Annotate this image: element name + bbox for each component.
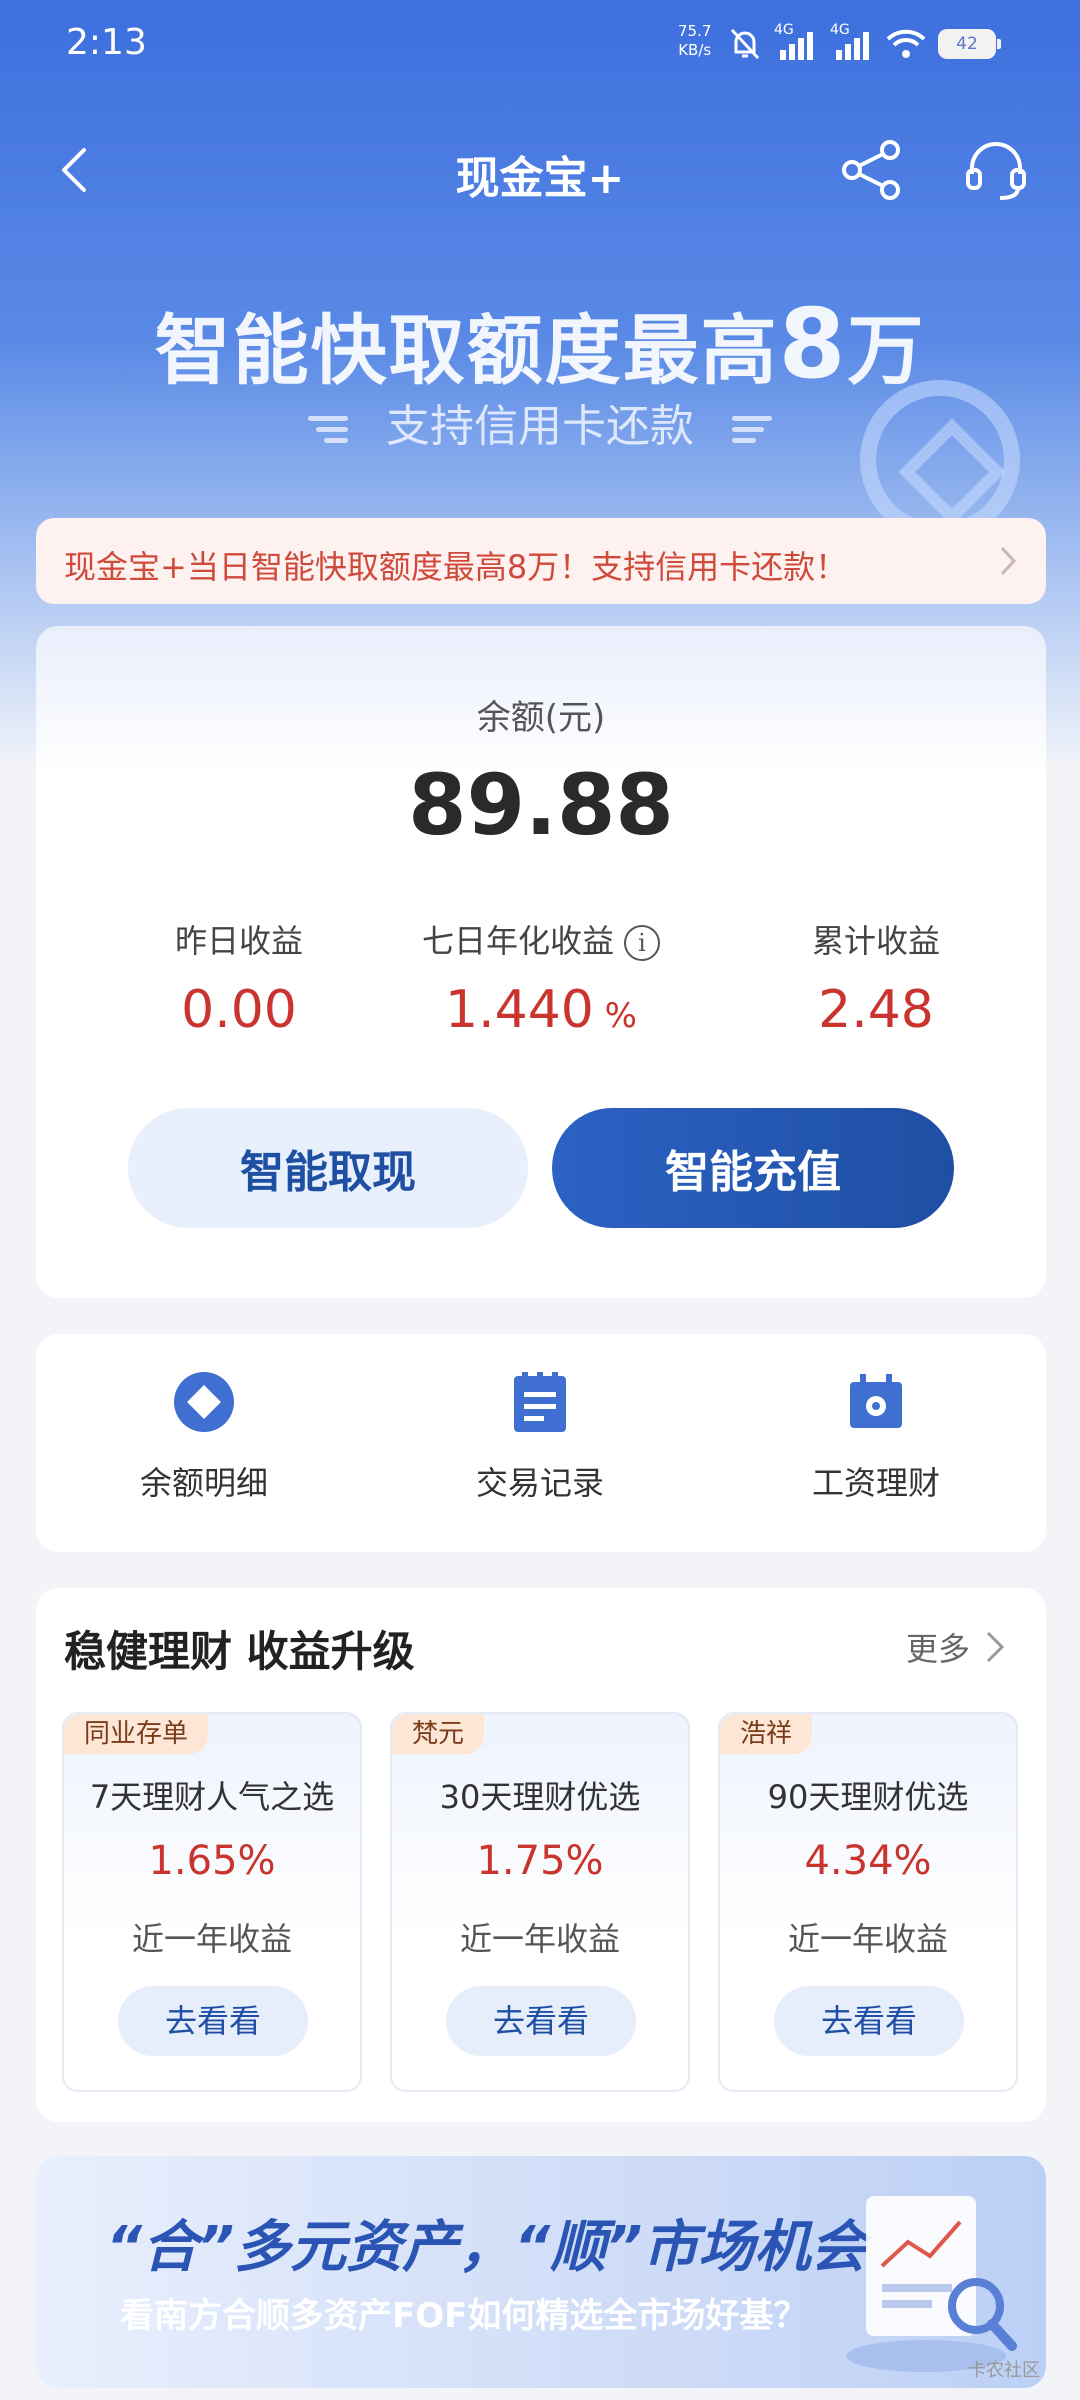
- diamond-icon: [174, 1372, 234, 1432]
- ad-banner[interactable]: “合”多元资产，“顺”市场机会 看南方合顺多资产FOF如何精选全市场好基？ 卡农…: [36, 2156, 1046, 2388]
- product-name: 30天理财优选: [439, 1778, 641, 1816]
- product-rate: 1.75%: [476, 1838, 604, 1884]
- notice-bar[interactable]: 现金宝+当日智能快取额度最高8万！支持信用卡还款！: [36, 518, 1046, 604]
- product-rate: 4.34%: [804, 1838, 932, 1884]
- more-link[interactable]: 更多: [906, 1624, 1006, 1670]
- banner-headline-suffix: 万: [847, 306, 926, 395]
- stat-value: 1.440 %: [373, 980, 709, 1040]
- product-card[interactable]: 梵元 30天理财优选 1.75% 近一年收益 去看看: [390, 1712, 690, 2092]
- wallet-icon: [850, 1374, 902, 1428]
- signal-icon-1: 4G: [774, 22, 818, 62]
- banner-subline-text: 支持信用卡还款: [386, 401, 694, 452]
- product-card[interactable]: 浩祥 90天理财优选 4.34% 近一年收益 去看看: [718, 1712, 1018, 2092]
- product-card[interactable]: 同业存单 7天理财人气之选 1.65% 近一年收益 去看看: [62, 1712, 362, 2092]
- document-icon: [514, 1372, 566, 1432]
- balance-label: 余额(元): [476, 698, 606, 738]
- chevron-right-icon: [986, 1631, 1005, 1663]
- product-name: 7天理财人气之选: [89, 1778, 335, 1816]
- product-name: 90天理财优选: [767, 1778, 969, 1816]
- ad-title: “合”多元资产，“顺”市场机会: [106, 2215, 867, 2280]
- wealth-products-card: 稳健理财 收益升级 更多 同业存单 7天理财人气之选 1.65% 近一年收益 去…: [36, 1588, 1046, 2122]
- product-desc: 近一年收益: [787, 1920, 948, 1958]
- stat-label: 七日年化收益 i: [373, 916, 709, 961]
- stat-cumulative: 累计收益 2.48: [708, 916, 1044, 1040]
- stat-unit: %: [593, 996, 637, 1036]
- view-button[interactable]: 去看看: [118, 1986, 308, 2056]
- share-icon[interactable]: [838, 136, 906, 204]
- ad-subtitle: 看南方合顺多资产FOF如何精选全市场好基？: [120, 2296, 808, 2336]
- magnifier-chart-icon: [846, 2196, 1017, 2372]
- banner-headline-prefix: 智能快取额度最高: [154, 306, 779, 395]
- balance-card: 余额(元) 89.88 昨日收益 0.00 七日年化收益 i 1.440 % 累计…: [36, 626, 1046, 1298]
- decor-lines-right-icon: [732, 414, 776, 444]
- battery-icon: 42: [938, 29, 1001, 59]
- status-time: 2:13: [66, 22, 147, 63]
- stat-value: 0.00: [71, 980, 407, 1040]
- product-desc: 近一年收益: [459, 1920, 620, 1958]
- customer-service-icon[interactable]: [960, 134, 1032, 206]
- network-speed: 75.7 KB/s: [678, 22, 711, 60]
- watermark-text: 卡农社区: [968, 2360, 1040, 2381]
- info-icon[interactable]: i: [624, 925, 660, 961]
- product-tag: 同业存单: [64, 1714, 209, 1754]
- stat-number: 1.440: [445, 980, 594, 1040]
- chevron-right-icon: [1000, 546, 1017, 576]
- recharge-button[interactable]: 智能充值: [552, 1108, 954, 1228]
- stat-seven-day-yield: 七日年化收益 i 1.440 %: [373, 916, 709, 1040]
- stat-yesterday: 昨日收益 0.00: [71, 916, 407, 1040]
- signal-icon-2: 4G: [830, 22, 874, 62]
- decor-lines-left-icon: [304, 414, 348, 444]
- action-salary-wealth[interactable]: 工资理财: [708, 1370, 1044, 1504]
- network-speed-unit: KB/s: [678, 41, 712, 59]
- section-title: 稳健理财 收益升级: [64, 1627, 415, 1676]
- coin-decoration-icon: [860, 380, 1020, 540]
- status-icons: 4G 4G 42: [728, 22, 1001, 64]
- stat-label: 累计收益: [811, 922, 940, 960]
- quick-actions-card: 余额明细 交易记录 工资理财: [36, 1334, 1046, 1552]
- product-rate: 1.65%: [148, 1838, 276, 1884]
- action-transaction-records[interactable]: 交易记录: [372, 1370, 708, 1504]
- status-bar: 2:13 75.7 KB/s 4G 4G 42: [0, 0, 1080, 90]
- mute-bell-icon: [730, 28, 760, 60]
- product-tag: 梵元: [392, 1714, 485, 1754]
- product-desc: 近一年收益: [131, 1920, 292, 1958]
- stat-label: 昨日收益: [174, 922, 303, 960]
- withdraw-button[interactable]: 智能取现: [128, 1108, 528, 1228]
- nav-bar: 现金宝+: [0, 120, 1080, 220]
- view-button[interactable]: 去看看: [446, 1986, 636, 2056]
- stat-number: 0.00: [181, 980, 297, 1040]
- action-label: 余额明细: [139, 1464, 268, 1502]
- page-title: 现金宝+: [455, 153, 625, 204]
- more-label: 更多: [905, 1630, 970, 1668]
- notice-text: 现金宝+当日智能快取额度最高8万！支持信用卡还款！: [64, 548, 848, 586]
- view-button[interactable]: 去看看: [774, 1986, 964, 2056]
- banner-headline-number: 8: [778, 288, 848, 400]
- stat-label-text: 七日年化收益: [421, 922, 614, 960]
- action-label: 交易记录: [475, 1464, 604, 1502]
- stat-number: 2.48: [818, 980, 934, 1040]
- action-label: 工资理财: [811, 1464, 940, 1502]
- product-tag: 浩祥: [720, 1714, 813, 1754]
- stat-value: 2.48: [708, 980, 1044, 1040]
- wifi-icon: [886, 29, 926, 58]
- action-balance-detail[interactable]: 余额明细: [36, 1370, 372, 1504]
- network-speed-value: 75.7: [678, 22, 712, 40]
- balance-value: 89.88: [408, 756, 674, 854]
